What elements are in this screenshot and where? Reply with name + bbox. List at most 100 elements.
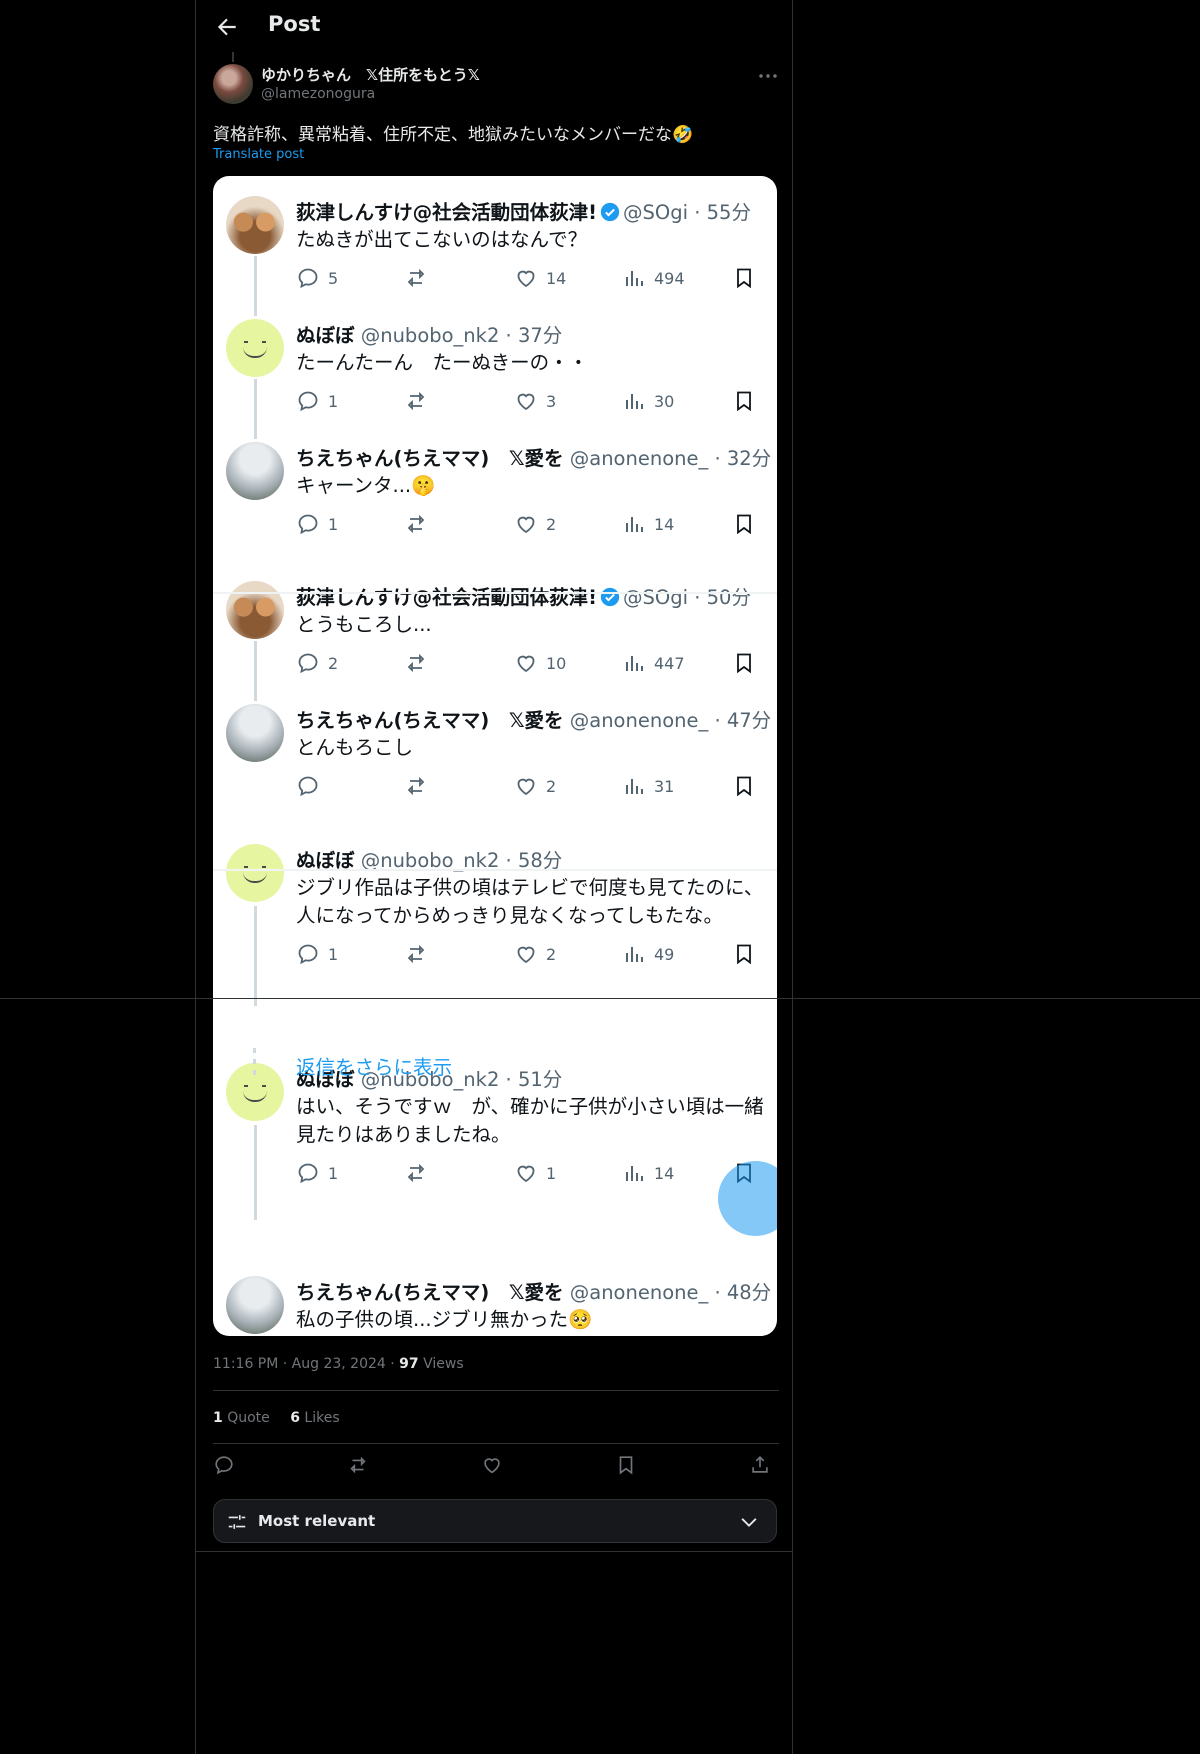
tweet-header: ちえちゃん(ちえママ) 𝕏愛を @anonenone_ · 48分	[296, 1276, 774, 1305]
bookmark-icon[interactable]	[615, 1454, 637, 1476]
bookmark-action	[732, 774, 756, 798]
bookmark-action	[732, 389, 756, 413]
tweet-action-bar: 2 10 447	[296, 651, 766, 677]
tweet-separator	[213, 592, 777, 594]
like-action: 1	[514, 1161, 556, 1185]
bookmark-icon	[737, 514, 751, 535]
views-count: 49	[654, 944, 675, 964]
tweet-action-bar: 1 2 14	[296, 512, 766, 538]
reply-action: 1	[296, 389, 338, 413]
tweet-author-name: ちえちゃん(ちえママ) 𝕏愛を	[296, 447, 564, 470]
like-icon	[517, 778, 535, 796]
tweet-meta: @anonenone_ · 48分	[569, 1281, 772, 1304]
embedded-screenshot[interactable]: 荻津しんすけ@社会活動団体荻津! @SOgi · 55分 たぬきが出てこないのはなん…	[213, 176, 777, 1336]
tweet-text-line: 人になってからめっきり見なくなってしもたな。	[296, 904, 724, 927]
divider	[213, 1390, 779, 1391]
avatar[interactable]	[213, 64, 253, 104]
like-count: 3	[546, 391, 557, 411]
quotes-stat[interactable]: 1 Quote	[213, 1410, 270, 1426]
tweet-action-bar: 1 1 14	[296, 1161, 766, 1187]
tweet-action-bar: 1 3 30	[296, 389, 766, 415]
reply-icon	[298, 776, 318, 797]
column-bottom-border	[195, 1551, 793, 1552]
avatar	[226, 581, 284, 639]
tweet-text: ジブリ作品は子供の頃はテレビで何度も見てたのに、 人になってからめっきり見なくなっ…	[296, 874, 763, 930]
avatar	[226, 1276, 284, 1334]
tweet-meta: @SOgi · 50分	[623, 586, 751, 609]
reply-icon	[298, 1163, 318, 1184]
repost-action	[404, 1161, 428, 1185]
like-count: 14	[546, 268, 567, 288]
share-icon[interactable]	[749, 1454, 771, 1476]
bookmark-action	[732, 512, 756, 536]
bookmark-action	[732, 266, 756, 290]
repost-icon[interactable]	[347, 1454, 369, 1476]
post-text: 資格詐称、異常粘着、住所不定、地獄みたいなメンバーだな🤣	[213, 125, 694, 145]
tweet-text-line: キャーンタ...🤫	[296, 474, 436, 497]
repost-action	[404, 651, 428, 675]
tweet-text: キャーンタ...🤫	[296, 472, 435, 500]
reply-action: 1	[296, 1161, 338, 1185]
reply-count: 1	[328, 944, 339, 964]
reply-icon	[298, 268, 318, 289]
repost-icon	[407, 268, 425, 288]
thread-line	[254, 906, 257, 1006]
avatar	[226, 704, 284, 762]
likes-stat[interactable]: 6 Likes	[290, 1410, 339, 1426]
repost-action	[404, 389, 428, 413]
repost-icon	[407, 776, 425, 796]
reply-icon	[298, 514, 318, 535]
thread-dots	[253, 1048, 256, 1081]
like-action: 3	[514, 389, 556, 413]
author-name[interactable]: ゆかりちゃん 𝕏住所をもとう𝕏	[261, 64, 480, 85]
back-arrow-icon[interactable]	[214, 14, 240, 40]
more-icon[interactable]	[756, 64, 780, 88]
thread-line	[254, 1125, 257, 1220]
author-handle[interactable]: @lamezonogura	[261, 86, 375, 102]
tweet-header: 荻津しんすけ@社会活動団体荻津! @SOgi · 50分	[296, 581, 774, 610]
avatar	[226, 196, 284, 254]
views-action: 494	[622, 266, 685, 290]
views-count: 494	[654, 268, 685, 288]
reply-count: 1	[328, 391, 339, 411]
sort-label: Most relevant	[258, 1512, 376, 1530]
tweet-text-line: 見たりはありましたね。	[296, 1123, 511, 1146]
tweet-text: とうもころし...	[296, 611, 432, 639]
reply-action: 1	[296, 512, 338, 536]
like-icon	[517, 516, 535, 534]
reply-action: 1	[296, 942, 338, 966]
tweet-action-bar: 1 2 49	[296, 942, 766, 968]
tweet-text-line: とうもころし...	[296, 613, 432, 636]
views-action: 14	[622, 512, 674, 536]
reply-action: 2	[296, 651, 338, 675]
post-action-bar	[213, 1454, 779, 1480]
sort-replies-dropdown[interactable]: Most relevant	[213, 1499, 777, 1543]
tweet-action-bar: 2 31	[296, 774, 766, 800]
repost-icon	[407, 514, 425, 534]
post-stats: 1 Quote 6 Likes	[213, 1410, 340, 1426]
like-icon[interactable]	[481, 1454, 503, 1476]
reply-icon	[298, 653, 318, 674]
tweet-text-line: ジブリ作品は子供の頃はテレビで何度も見てたのに、	[296, 876, 764, 899]
repost-action	[404, 266, 428, 290]
bookmark-icon	[737, 268, 751, 289]
repost-icon	[407, 653, 425, 673]
views-count: 14	[654, 1163, 675, 1183]
reply-icon[interactable]	[213, 1454, 235, 1476]
views-icon	[626, 394, 643, 409]
thread-line	[254, 379, 257, 439]
views-count: 447	[654, 653, 685, 673]
tweet-header: ぬぼぼ @nubobo_nk2 · 37分	[296, 319, 774, 348]
tweet-author-name: ちえちゃん(ちえママ) 𝕏愛を	[296, 709, 564, 732]
translate-link[interactable]: Translate post	[213, 147, 304, 162]
like-count: 10	[546, 653, 567, 673]
like-icon	[517, 655, 535, 673]
like-icon	[517, 1165, 535, 1183]
tweet-text: たぬきが出てこないのはなんで？	[296, 226, 587, 254]
views-count: 14	[654, 514, 675, 534]
views-action: 49	[622, 942, 674, 966]
like-action: 2	[514, 512, 556, 536]
reply-count: 2	[328, 653, 339, 673]
tweet-text: はい、そうですｗ が、確かに子供が小さい頃は一緒 見たりはありましたね。	[296, 1093, 764, 1149]
overlay-guide-line	[0, 998, 1200, 999]
